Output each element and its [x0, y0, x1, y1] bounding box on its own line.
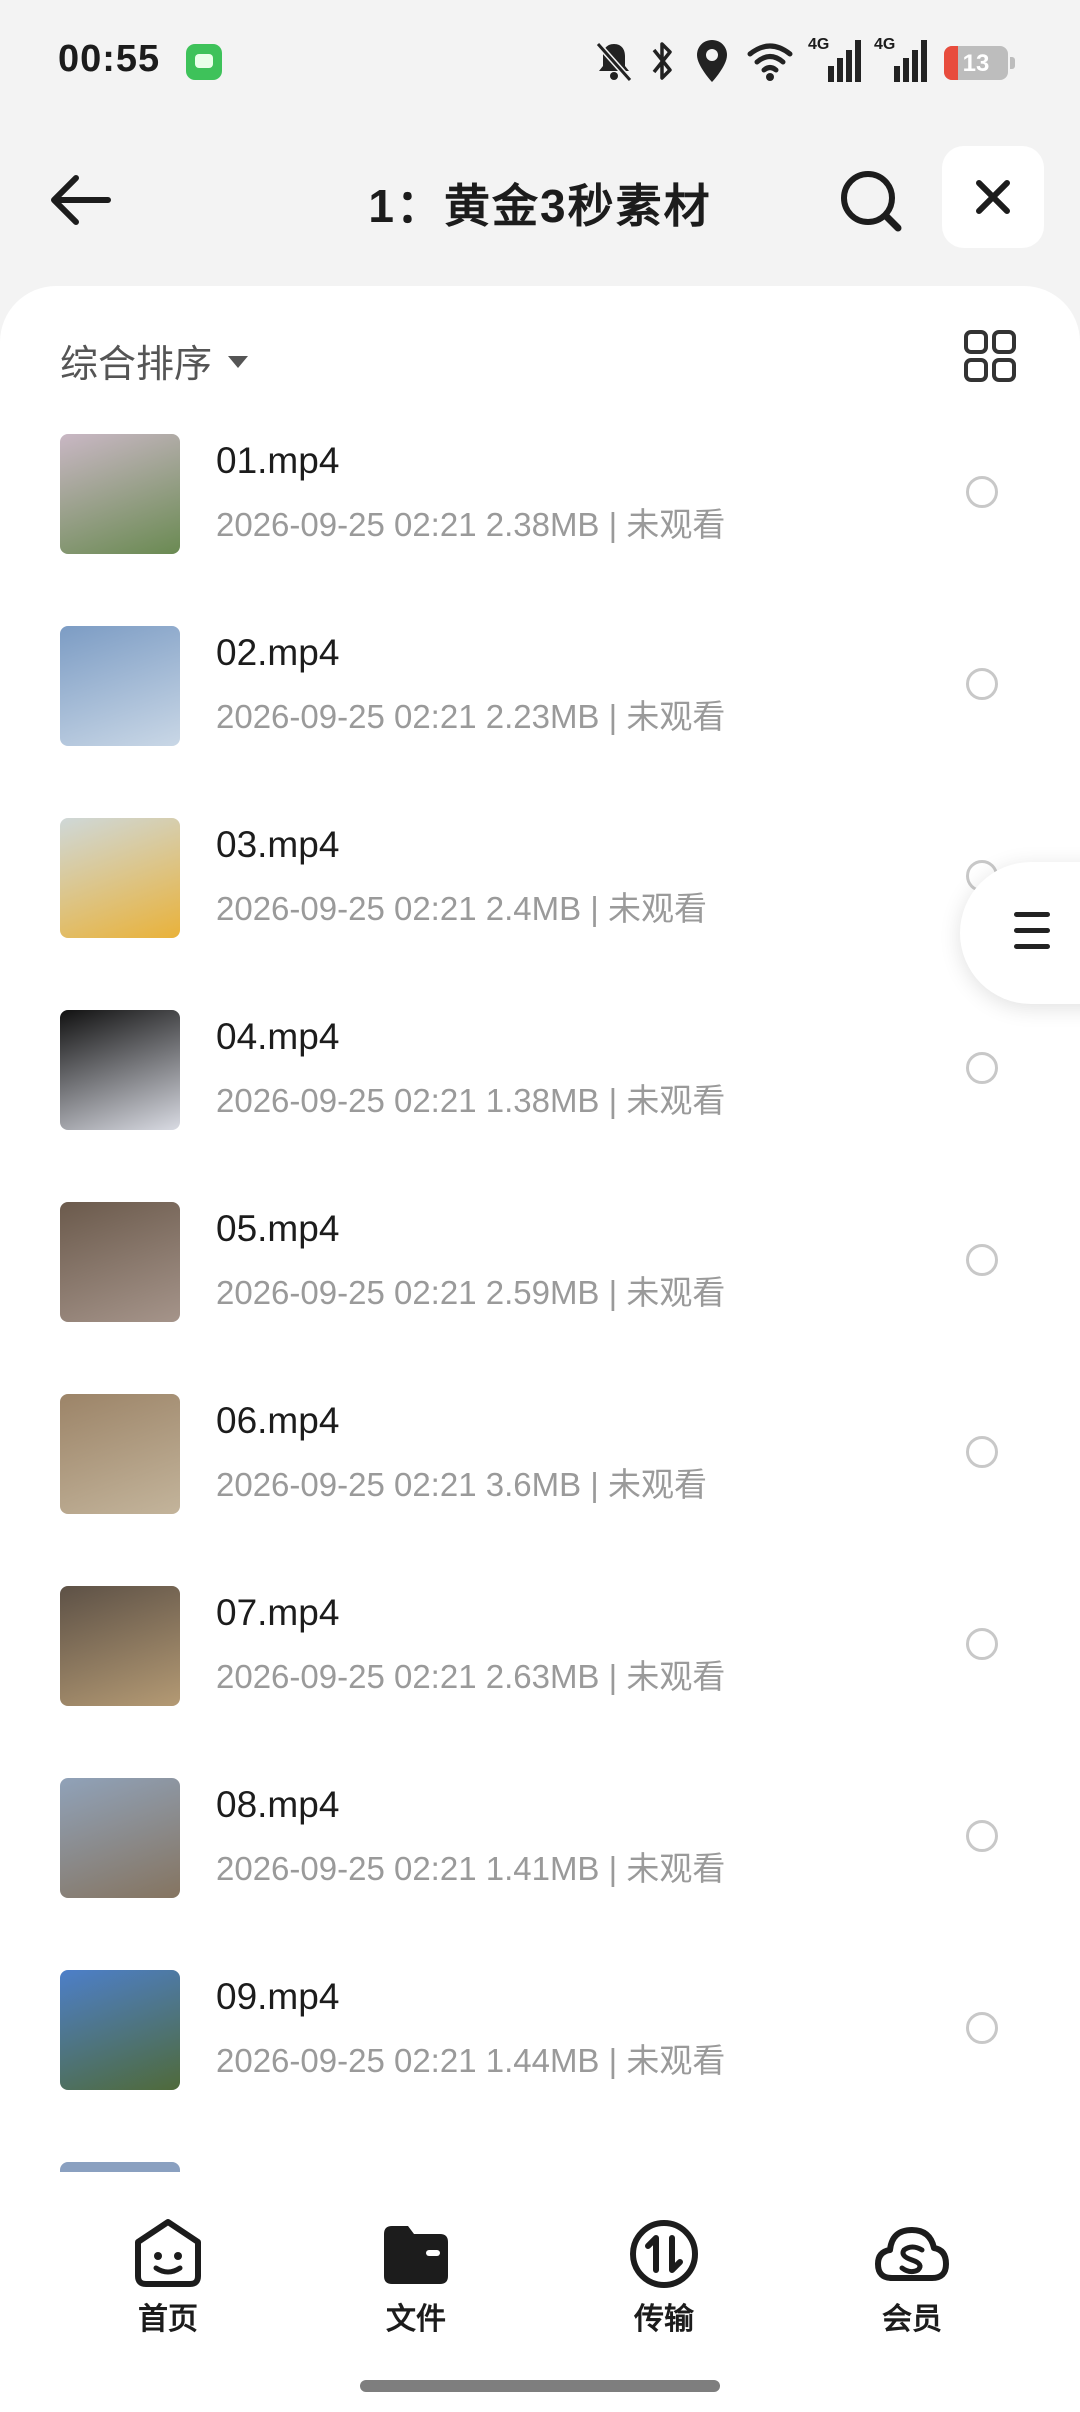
battery-level: 13: [962, 50, 990, 77]
file-meta: 2026-09-25 02:21 2.59MB | 未观看: [216, 1274, 726, 1311]
file-name: 09.mp4: [216, 1976, 340, 2017]
file-name: 08.mp4: [216, 1784, 340, 1825]
select-radio[interactable]: [966, 1052, 998, 1084]
file-meta: 2026-09-25 02:21 2.63MB | 未观看: [216, 1658, 726, 1695]
list-item[interactable]: 03.mp4 2026-09-25 02:21 2.4MB | 未观看: [0, 818, 1080, 1010]
file-name: 01.mp4: [216, 440, 340, 481]
menu-icon-line: [1014, 912, 1050, 917]
menu-icon-line: [1014, 944, 1050, 949]
caret-down-icon: [228, 356, 249, 368]
file-meta: 2026-09-25 02:21 3.6MB | 未观看: [216, 1466, 708, 1503]
list-item[interactable]: 02.mp4 2026-09-25 02:21 2.23MB | 未观看: [0, 626, 1080, 818]
video-thumbnail: [60, 434, 180, 554]
tab-label: 文件: [386, 2303, 446, 2336]
tab-files[interactable]: 文件: [346, 2216, 486, 2356]
select-radio[interactable]: [966, 1436, 998, 1468]
file-name: 03.mp4: [216, 824, 340, 865]
file-meta: 2026-09-25 02:21 1.38MB | 未观看: [216, 1082, 726, 1119]
signal-icon: 4G: [808, 36, 864, 86]
file-list: 01.mp4 2026-09-25 02:21 2.38MB | 未观看 02.…: [0, 434, 1080, 2354]
close-icon: [976, 180, 1010, 214]
cloud-member-icon: [875, 2227, 949, 2281]
list-item[interactable]: 06.mp4 2026-09-25 02:21 3.6MB | 未观看: [0, 1394, 1080, 1586]
file-list-panel: 综合排序 01.mp4 2026-09-25 02:21 2.38MB | 未观…: [0, 286, 1080, 2412]
file-name: 04.mp4: [216, 1016, 340, 1057]
file-name: 07.mp4: [216, 1592, 340, 1633]
video-thumbnail: [60, 1394, 180, 1514]
video-thumbnail: [60, 1010, 180, 1130]
transfer-icon: [630, 2220, 698, 2288]
list-item[interactable]: 01.mp4 2026-09-25 02:21 2.38MB | 未观看: [0, 434, 1080, 626]
bottom-navigation: 首页 文件 传输 会员: [0, 2172, 1080, 2412]
select-radio[interactable]: [966, 1820, 998, 1852]
video-thumbnail: [60, 1970, 180, 2090]
sort-dropdown[interactable]: 综合排序: [60, 330, 249, 390]
file-meta: 2026-09-25 02:21 2.4MB | 未观看: [216, 890, 708, 927]
video-thumbnail: [60, 1202, 180, 1322]
list-item[interactable]: 08.mp4 2026-09-25 02:21 1.41MB | 未观看: [0, 1778, 1080, 1970]
list-item[interactable]: 04.mp4 2026-09-25 02:21 1.38MB | 未观看: [0, 1010, 1080, 1202]
tab-home[interactable]: 首页: [98, 2216, 238, 2356]
tab-label: 首页: [138, 2303, 198, 2336]
page-title: 1：黄金3秒素材: [368, 180, 712, 232]
tab-member[interactable]: 会员: [842, 2216, 982, 2356]
wifi-icon: [747, 43, 793, 81]
file-name: 06.mp4: [216, 1400, 340, 1441]
list-item[interactable]: 07.mp4 2026-09-25 02:21 2.63MB | 未观看: [0, 1586, 1080, 1778]
select-radio[interactable]: [966, 1628, 998, 1660]
select-radio[interactable]: [966, 1244, 998, 1276]
list-item[interactable]: 09.mp4 2026-09-25 02:21 1.44MB | 未观看: [0, 1970, 1080, 2162]
tab-label: 会员: [882, 2303, 942, 2336]
grid-view-icon[interactable]: [960, 326, 1020, 386]
bluetooth-icon: [652, 42, 672, 80]
status-time: 00:55: [58, 38, 161, 80]
sort-label: 综合排序: [60, 343, 213, 386]
file-meta: 2026-09-25 02:21 2.38MB | 未观看: [216, 506, 726, 543]
home-indicator[interactable]: [360, 2380, 720, 2392]
search-icon[interactable]: [836, 166, 906, 236]
video-thumbnail: [60, 1778, 180, 1898]
battery-icon: 13: [944, 46, 1015, 80]
folder-icon: [384, 2226, 448, 2284]
tab-label: 传输: [634, 2303, 694, 2336]
menu-icon-line: [1014, 928, 1050, 933]
mute-bell-icon: [595, 42, 633, 82]
message-app-icon: [186, 44, 222, 80]
select-radio[interactable]: [966, 2012, 998, 2044]
video-thumbnail: [60, 818, 180, 938]
video-thumbnail: [60, 626, 180, 746]
file-name: 05.mp4: [216, 1208, 340, 1249]
file-meta: 2026-09-25 02:21 2.23MB | 未观看: [216, 698, 726, 735]
file-meta: 2026-09-25 02:21 1.41MB | 未观看: [216, 1850, 726, 1887]
signal-icon: 4G: [874, 36, 930, 86]
status-bar: 00:55 4G 4G 13: [0, 0, 1080, 120]
top-navigation-bar: 1：黄金3秒素材: [0, 140, 1080, 260]
video-thumbnail: [60, 1586, 180, 1706]
close-button[interactable]: [942, 146, 1044, 248]
smiley-home-icon: [135, 2219, 201, 2287]
select-radio[interactable]: [966, 668, 998, 700]
location-icon: [697, 40, 727, 82]
file-meta: 2026-09-25 02:21 1.44MB | 未观看: [216, 2042, 726, 2079]
list-item[interactable]: 05.mp4 2026-09-25 02:21 2.59MB | 未观看: [0, 1202, 1080, 1394]
file-name: 02.mp4: [216, 632, 340, 673]
select-radio[interactable]: [966, 476, 998, 508]
tab-transfer[interactable]: 传输: [594, 2216, 734, 2356]
